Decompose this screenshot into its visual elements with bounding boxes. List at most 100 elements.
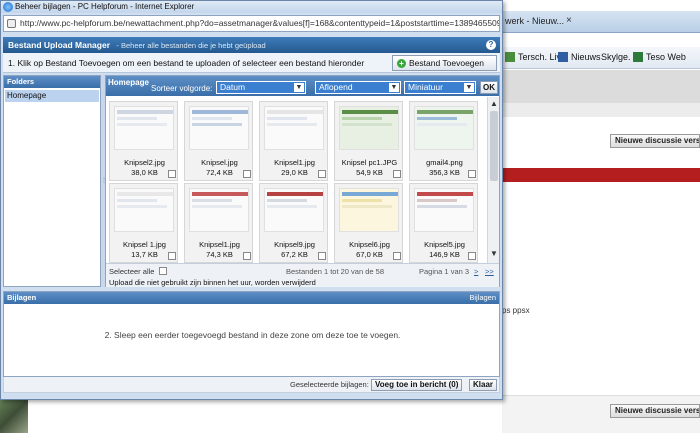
thumbnail-image [114,188,174,232]
attachments-footer: Geselecteerde bijlagen: Voeg toe in beri… [3,377,500,393]
file-name: Knipsel.jpg [201,158,238,167]
file-thumbnail[interactable]: gmail4.png 356,3 KB [409,101,478,181]
file-thumbnail[interactable]: Knipsel9.jpg 67,2 KB [259,183,328,263]
sort-by-select[interactable]: Datum ▼ [216,81,306,94]
browser-tab-title[interactable]: werk - Nieuw... [505,16,564,26]
file-thumbnail[interactable]: Knipsel1.jpg 29,0 KB [259,101,328,181]
manager-title: Bestand Upload Manager [8,40,111,50]
ie-logo-icon [3,2,13,12]
selected-attachments-label: Geselecteerde bijlagen: [290,380,369,389]
instruction-text: 1. Klik op Bestand Toevoegen om een best… [8,58,365,68]
scrollbar-thumb[interactable] [490,111,498,181]
file-checkbox[interactable] [393,252,401,260]
file-checkbox[interactable] [168,170,176,178]
bookmark-item[interactable]: Nieuws [558,52,601,62]
address-bar[interactable]: http://www.pc-helpforum.be/newattachment… [3,15,500,32]
file-checkbox[interactable] [468,252,476,260]
insert-in-post-button[interactable]: Voeg toe in bericht (0) [371,379,463,391]
file-thumbnail[interactable]: Knipsel 1.jpg 13,7 KB [109,183,178,263]
thumbnail-image [189,188,249,232]
grid-scrollbar[interactable]: ▲ ▼ [487,97,499,263]
homepage-title: Homepage [108,78,149,87]
sort-order-select[interactable]: Aflopend ▼ [315,81,401,94]
chevron-down-icon: ▼ [389,83,399,92]
window-title: Beheer bijlagen - PC Helpforum - Interne… [15,2,195,11]
sort-label: Sorteer volgorde: [151,84,213,93]
drop-zone-text: 2. Sleep een eerder toegevoegd bestand i… [104,330,401,340]
file-name: Knipsel1.jpg [199,240,240,249]
background-red-band [502,168,700,182]
homepage-footer: Selecteer alle Bestanden 1 tot 20 van de… [106,263,499,287]
thumbnail-image [189,106,249,150]
address-url: http://www.pc-helpforum.be/newattachment… [20,18,500,28]
file-checkbox[interactable] [318,252,326,260]
file-thumbnail[interactable]: Knipsel2.jpg 38,0 KB [109,101,178,181]
file-name: Knipsel1.jpg [274,158,315,167]
chevron-down-icon[interactable]: ▼ [489,249,499,259]
file-thumbnail[interactable]: Knipsel6.jpg 67,0 KB [334,183,403,263]
file-checkbox[interactable] [393,170,401,178]
file-thumbnail[interactable]: Knipsel1.jpg 74,3 KB [184,183,253,263]
thumbnail-image [264,106,324,150]
bookmark-item[interactable]: Skylge. [601,52,631,62]
desktop-photo [0,395,28,433]
manager-subtitle: - Beheer alle bestanden die je hebt geüp… [116,41,266,50]
done-button[interactable]: Klaar [469,379,498,391]
file-checkbox[interactable] [168,252,176,260]
file-name: gmail4.png [426,158,463,167]
file-checkbox[interactable] [243,252,251,260]
file-thumbnail[interactable]: Knipsel pc1.JPG 54,9 KB [334,101,403,181]
homepage-toolbar: Homepage Sorteer volgorde: Datum ▼ Aflop… [106,76,499,96]
file-count: Bestanden 1 tot 20 van de 58 [286,267,384,276]
chevron-down-icon: ▼ [464,83,474,92]
thumbnail-grid: Knipsel2.jpg 38,0 KB Knipsel.jpg 72,4 KB… [106,97,487,263]
homepage-panel: Homepage Sorteer volgorde: Datum ▼ Aflop… [105,75,500,287]
select-all-checkbox[interactable] [159,267,167,275]
chevron-down-icon: ▼ [294,83,304,92]
attachments-header-right: Bijlagen [469,293,496,302]
page-icon [7,19,16,28]
file-thumbnail[interactable]: Knipsel.jpg 72,4 KB [184,101,253,181]
file-checkbox[interactable] [468,170,476,178]
thumbnail-image [414,106,474,150]
select-all-label: Selecteer alle [109,267,155,276]
chevron-up-icon[interactable]: ▲ [489,99,499,109]
help-icon[interactable]: ? [486,40,496,50]
file-name: Knipsel9.jpg [274,240,315,249]
add-file-button[interactable]: + Bestand Toevoegen [392,55,497,71]
file-name: Knipsel 1.jpg [123,240,166,249]
file-name: Knipsel6.jpg [349,240,390,249]
attachments-panel[interactable]: Bijlagen Bijlagen 2. Sleep een eerder to… [3,291,500,377]
upload-note: Upload die niet gebruikt zijn binnen het… [109,278,316,287]
background-text: ps ppsx [502,306,530,315]
file-name: Knipsel5.jpg [424,240,465,249]
folders-header: Folders [4,76,100,88]
thumbnail-image [264,188,324,232]
next-page-link[interactable]: > [474,267,478,276]
folder-item-homepage[interactable]: Homepage [5,90,99,102]
bookmark-item[interactable]: Teso Web [633,52,686,62]
page-indicator: Pagina 1 van 3 [419,267,470,276]
thumbnail-image [339,106,399,150]
file-name: Knipsel pc1.JPG [341,158,398,167]
file-checkbox[interactable] [243,170,251,178]
background-band [502,103,700,117]
file-name: Knipsel2.jpg [124,158,165,167]
background-band [502,70,700,103]
popup-window: Beheer bijlagen - PC Helpforum - Interne… [0,0,503,400]
view-select[interactable]: Miniatuur ▼ [404,81,476,94]
bookmark-icon [558,52,568,62]
ok-button[interactable]: OK [480,81,498,94]
bookmark-icon [633,52,643,62]
new-thread-button[interactable]: Nieuwe discussie verst [610,134,700,148]
add-file-label: Bestand Toevoegen [409,58,484,68]
file-thumbnail[interactable]: Knipsel5.jpg 146,9 KB [409,183,478,263]
thumbnail-image [339,188,399,232]
tab-close-icon[interactable]: × [566,15,572,26]
thumbnail-image [114,106,174,150]
new-thread-button-bottom[interactable]: Nieuwe discussie verst [610,404,700,418]
window-titlebar[interactable]: Beheer bijlagen - PC Helpforum - Interne… [1,1,502,13]
file-checkbox[interactable] [318,170,326,178]
manager-header: Bestand Upload Manager - Beheer alle bes… [3,37,500,53]
last-page-link[interactable]: >> [485,267,494,276]
